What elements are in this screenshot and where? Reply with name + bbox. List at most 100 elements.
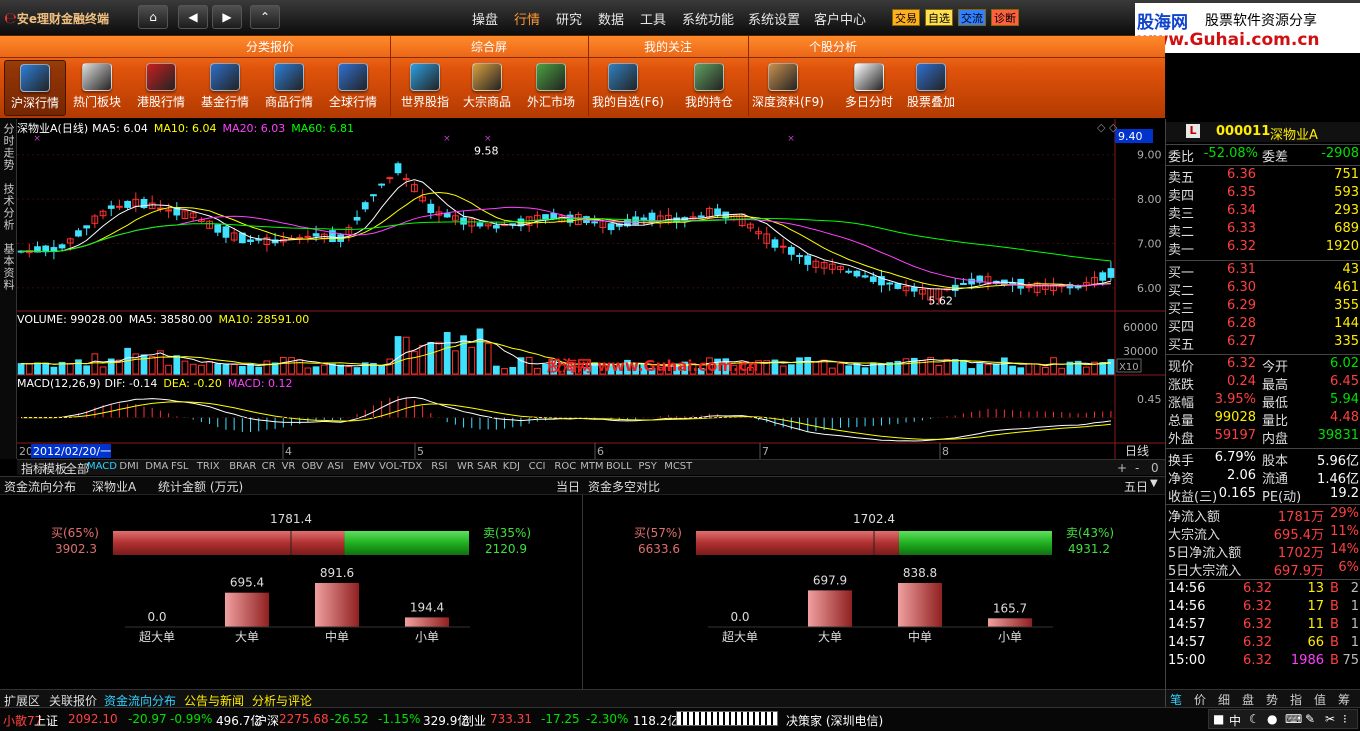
legend-sep: : <box>121 377 129 390</box>
home-button[interactable]: ⌂ <box>138 5 168 29</box>
indicator-tab-17[interactable]: SAR <box>477 461 497 472</box>
view-tab-1[interactable]: 技术分析 <box>1 183 16 231</box>
period-label[interactable]: 日线 <box>1125 444 1149 458</box>
right-tab-7[interactable]: 筹 <box>1338 691 1350 708</box>
collapse-button[interactable]: ⌃ <box>250 5 280 29</box>
legend-name: DIF <box>104 377 122 390</box>
indicator-tab-1[interactable]: 模板 <box>43 460 67 477</box>
tag-3[interactable]: 诊断 <box>991 9 1019 26</box>
tools-icon[interactable]: ✂ <box>1325 712 1335 726</box>
indicator-tab-6[interactable]: FSL <box>171 461 189 472</box>
indicator-tab-2[interactable]: 全部 <box>65 460 89 477</box>
flow-panel-period[interactable]: 当日 <box>556 478 580 495</box>
status-bar: 小散77 上证 2092.10 -20.97 -0.99% 496.7亿 沪深 … <box>0 707 1360 731</box>
indicator-tab-16[interactable]: WR <box>457 461 474 472</box>
toolbar-button-4[interactable]: 商品行情 <box>258 60 320 116</box>
zoom-reset-button[interactable]: 0 <box>1151 461 1159 475</box>
menu-1[interactable]: 行情 <box>514 9 540 28</box>
indicator-tab-10[interactable]: VR <box>282 461 296 472</box>
toolbar-button-1[interactable]: 热门板块 <box>66 60 128 116</box>
signal-marker: × <box>484 134 492 144</box>
indicator-tab-21[interactable]: MTM <box>580 461 603 472</box>
candle-body <box>312 233 320 237</box>
sh-pct: -0.99% <box>170 712 213 726</box>
kline-chart-svg[interactable]: 9.008.007.006.009.409.585.62× × × ×60000300… <box>17 119 1165 459</box>
period-dropdown-icon[interactable]: ▼ <box>1150 478 1158 489</box>
menu-5[interactable]: 系统功能 <box>682 9 734 28</box>
right-tab-5[interactable]: 指 <box>1290 691 1302 708</box>
tick-side: B <box>1330 599 1339 614</box>
moon-icon[interactable]: ☾ <box>1249 712 1260 726</box>
right-tab-6[interactable]: 值 <box>1314 691 1326 708</box>
menu-2[interactable]: 研究 <box>556 9 582 28</box>
right-tab-3[interactable]: 盘 <box>1242 691 1254 708</box>
indicator-tab-22[interactable]: BOLL <box>606 461 632 472</box>
toolbar-button-0[interactable]: 沪深行情 <box>4 60 66 116</box>
indicator-tab-5[interactable]: DMA <box>145 461 168 472</box>
indicator-tab-14[interactable]: VOL-TDX <box>379 461 422 472</box>
toolbar-button-13[interactable]: 股票叠加 <box>900 60 962 116</box>
pen-icon[interactable]: ✎ <box>1305 712 1315 726</box>
menu-7[interactable]: 客户中心 <box>814 9 866 28</box>
indicator-tab-3[interactable]: MACD <box>87 461 117 472</box>
stock-name: 深物业A <box>1270 128 1318 143</box>
indicator-tab-15[interactable]: RSI <box>431 461 447 472</box>
app-title: 安e理财金融终端 <box>16 12 109 26</box>
chart-area[interactable]: 9.00 8.00 7.00 6.00 9.40 9.58 5.62 × × × × 60000 300… <box>17 119 1165 459</box>
legend-item: DEA: -0.20 <box>163 377 221 390</box>
toolbar-button-12[interactable]: 多日分时 <box>838 60 900 116</box>
ime-lang[interactable]: 中 <box>1229 712 1241 729</box>
right-tab-1[interactable]: 价 <box>1194 691 1206 708</box>
indicator-tab-0[interactable]: 指标 <box>21 460 45 477</box>
toolbar-button-6[interactable]: 世界股指 <box>394 60 456 116</box>
right-tab-0[interactable]: 笔 <box>1170 691 1182 708</box>
indicator-tab-4[interactable]: DMI <box>119 461 138 472</box>
dot-icon[interactable]: ● <box>1267 712 1277 726</box>
toolbar-button-8[interactable]: 外汇市场 <box>520 60 582 116</box>
toolbar-button-10[interactable]: 我的持仓 <box>678 60 740 116</box>
chart-option-icon-2[interactable]: ◇ <box>1109 121 1118 134</box>
menu-3[interactable]: 数据 <box>598 9 624 28</box>
indicator-tab-18[interactable]: KDJ <box>503 461 520 472</box>
indicator-tab-13[interactable]: EMV <box>353 461 375 472</box>
flow-row: 5日净流入额 1702万 14% <box>1166 542 1360 561</box>
stock-code: 000011 <box>1216 124 1271 139</box>
forward-button[interactable]: ▶ <box>212 5 242 29</box>
tag-0[interactable]: 交易 <box>892 9 920 26</box>
more-icon[interactable]: ⁝ <box>1343 712 1347 726</box>
legend-name: MA5 <box>128 313 153 326</box>
zoom-out-button[interactable]: - <box>1135 461 1139 475</box>
toolbar-button-9[interactable]: 我的自选(F6) <box>592 60 664 116</box>
bid-label: 买四 <box>1168 320 1195 335</box>
zoom-in-button[interactable]: + <box>1117 461 1127 475</box>
indicator-tab-8[interactable]: BRAR <box>229 461 256 472</box>
keyboard-icon[interactable]: ⌨ <box>1285 712 1302 726</box>
toolbar-button-5[interactable]: 全球行情 <box>322 60 384 116</box>
right-tab-2[interactable]: 细 <box>1218 691 1230 708</box>
toolbar-button-7[interactable]: 大宗商品 <box>456 60 518 116</box>
menu-0[interactable]: 操盘 <box>472 9 498 28</box>
back-button[interactable]: ◀ <box>178 5 208 29</box>
toolbar-button-3[interactable]: 基金行情 <box>194 60 256 116</box>
indicator-tab-23[interactable]: PSY <box>638 461 657 472</box>
indicator-tab-9[interactable]: CR <box>262 461 276 472</box>
tag-1[interactable]: 自选 <box>925 9 953 26</box>
brand-slogan: 股票软件资源分享 <box>1205 13 1317 29</box>
right-tab-4[interactable]: 势 <box>1266 691 1278 708</box>
view-tab-2[interactable]: 基本资料 <box>1 243 16 291</box>
menu-4[interactable]: 工具 <box>640 9 666 28</box>
tag-2[interactable]: 交流 <box>958 9 986 26</box>
indicator-tab-12[interactable]: ASI <box>327 461 343 472</box>
toolbar-button-11[interactable]: 深度资料(F9) <box>752 60 824 116</box>
indicator-tab-24[interactable]: MCST <box>664 461 692 472</box>
tray-app-icon[interactable]: ■ <box>1213 712 1224 726</box>
chart-option-icon[interactable]: ◇ <box>1097 121 1106 134</box>
view-tab-0[interactable]: 分时走势 <box>1 123 16 171</box>
indicator-tab-19[interactable]: CCI <box>529 461 546 472</box>
toolbar-button-2[interactable]: 港股行情 <box>130 60 192 116</box>
menu-6[interactable]: 系统设置 <box>748 9 800 28</box>
indicator-tab-20[interactable]: ROC <box>554 461 576 472</box>
indicator-tab-11[interactable]: OBV <box>302 461 323 472</box>
cmp-panel-period[interactable]: 五日 <box>1124 478 1148 495</box>
indicator-tab-7[interactable]: TRIX <box>197 461 220 472</box>
